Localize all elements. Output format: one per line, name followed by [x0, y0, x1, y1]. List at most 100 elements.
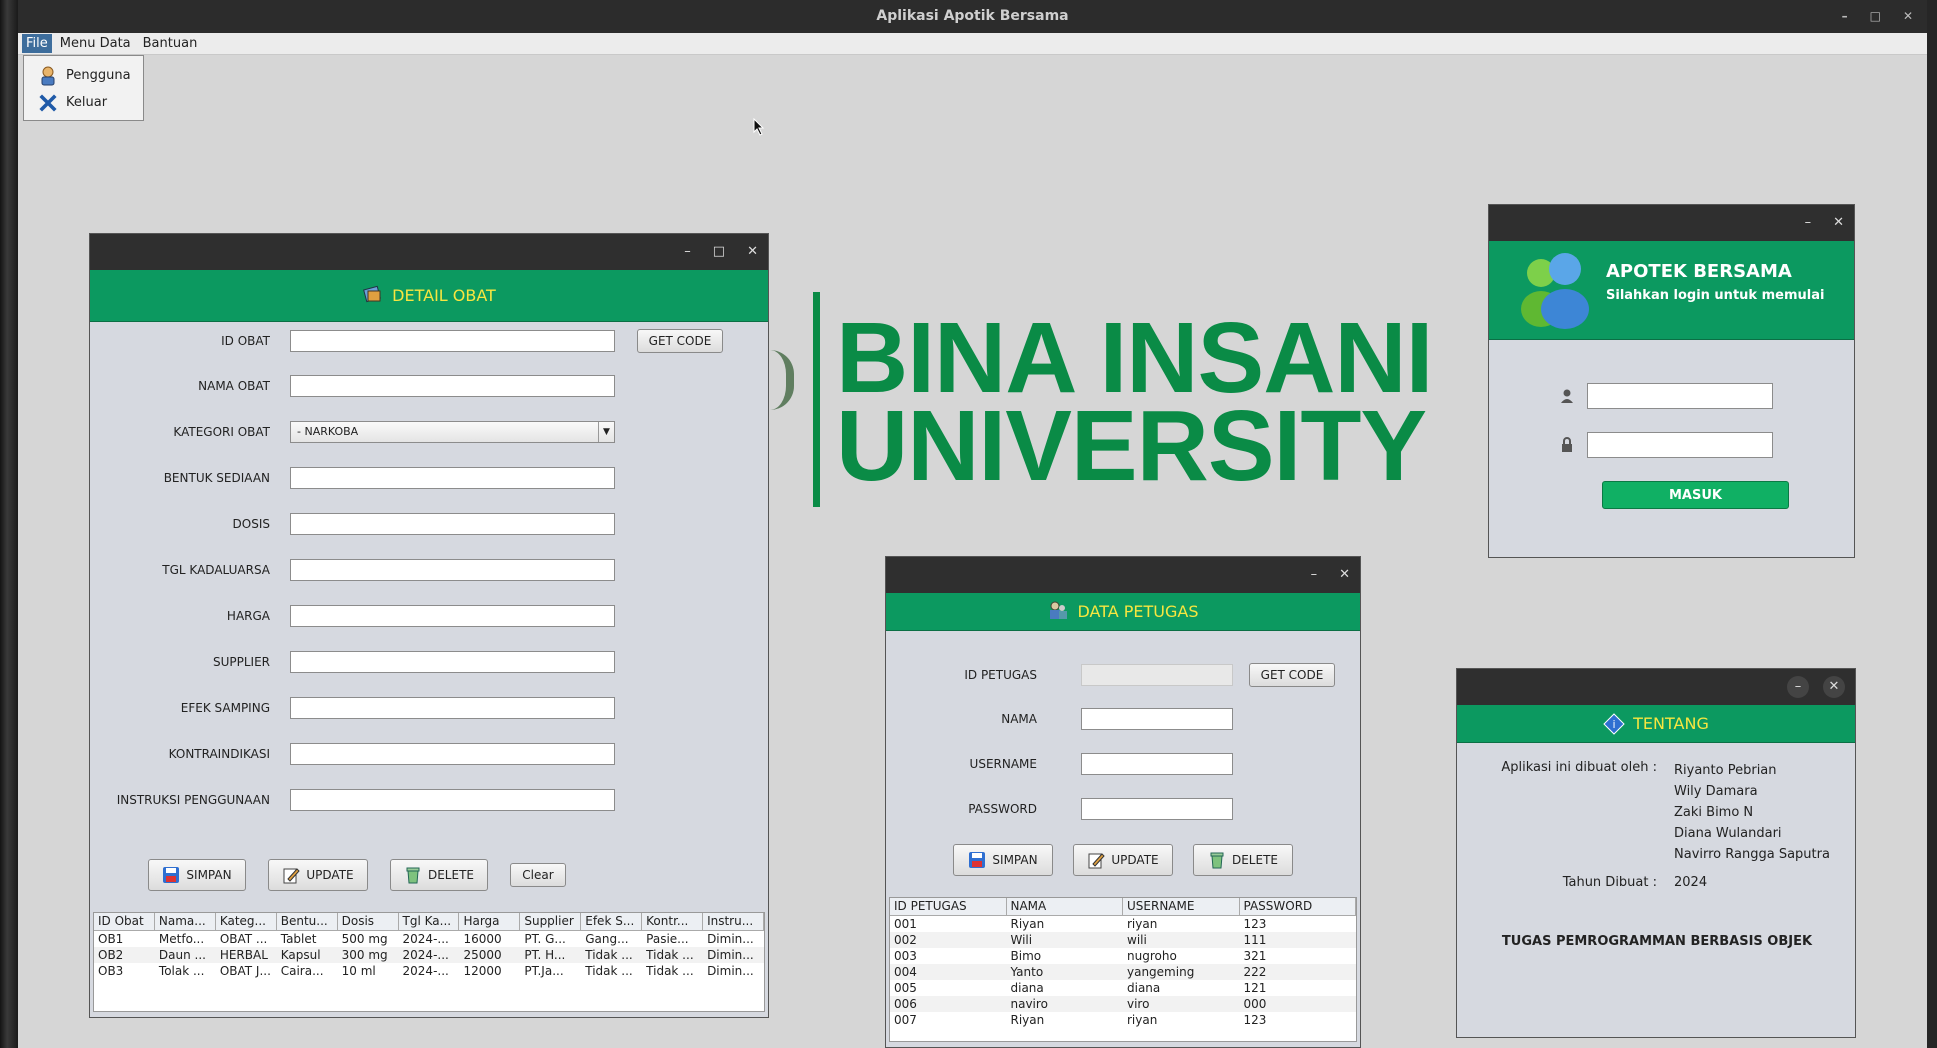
- restore-icon[interactable]: □: [1870, 0, 1881, 33]
- close-icon[interactable]: ✕: [1903, 0, 1913, 33]
- data-petugas-title: DATA PETUGAS: [1077, 602, 1199, 621]
- clear-button[interactable]: Clear: [510, 863, 566, 887]
- get-code-button[interactable]: GET CODE: [637, 329, 723, 353]
- nama-field[interactable]: [1081, 708, 1233, 730]
- table-row[interactable]: 004 Yanto yangeming 222: [890, 964, 1356, 980]
- tgl-kadaluarsa-field[interactable]: [290, 559, 615, 581]
- table-cell: Tolak ...: [158, 964, 205, 978]
- chevron-down-icon: ▼: [598, 422, 614, 442]
- minimize-icon[interactable]: –: [1311, 557, 1318, 593]
- efek-samping-field[interactable]: [290, 697, 615, 719]
- menu-item-keluar[interactable]: Keluar: [24, 89, 143, 116]
- table-cell: viro: [1127, 997, 1150, 1011]
- table-cell: 004: [894, 965, 917, 979]
- label-tgl-kadaluarsa: TGL KADALUARSA: [162, 563, 270, 577]
- password-field[interactable]: [1081, 798, 1233, 820]
- login-app-title: APOTEK BERSAMA: [1606, 261, 1792, 282]
- table-row[interactable]: OB1 Metfo... OBAT ... Tablet 500 mg 2024-... 1…: [94, 931, 764, 947]
- author-name: Wily Damara: [1674, 784, 1758, 799]
- table-cell: 111: [1243, 933, 1267, 947]
- masuk-button[interactable]: MASUK: [1602, 481, 1789, 509]
- menu-data[interactable]: Menu Data: [56, 34, 135, 53]
- user-icon: [38, 66, 58, 86]
- table-row[interactable]: 006 naviro viro 000: [890, 996, 1356, 1012]
- column-header[interactable]: PASSWORD: [1240, 898, 1356, 915]
- table-row[interactable]: 001 Riyan riyan 123: [890, 916, 1356, 932]
- column-header[interactable]: Dosis: [338, 913, 399, 930]
- label-nama-obat: NAMA OBAT: [198, 379, 270, 393]
- table-row[interactable]: 003 Bimo nugroho 321: [890, 948, 1356, 964]
- column-header[interactable]: ID PETUGAS: [890, 898, 1007, 915]
- dosis-field[interactable]: [290, 513, 615, 535]
- update-button[interactable]: UPDATE: [1073, 844, 1173, 876]
- column-header[interactable]: Harga: [459, 913, 521, 930]
- column-header[interactable]: Instru...: [703, 913, 764, 930]
- label-nama: NAMA: [1001, 712, 1037, 726]
- get-code-button[interactable]: GET CODE: [1249, 663, 1335, 687]
- simpan-button[interactable]: SIMPAN: [148, 859, 246, 891]
- window-title: Aplikasi Apotik Bersama: [876, 8, 1069, 24]
- maximize-icon[interactable]: □: [713, 234, 725, 270]
- delete-button[interactable]: DELETE: [390, 859, 488, 891]
- column-header[interactable]: Kontr...: [642, 913, 704, 930]
- column-header[interactable]: Efek S...: [581, 913, 643, 930]
- column-header[interactable]: Nama...: [155, 913, 216, 930]
- logo-fragment: [770, 350, 794, 410]
- label-id-obat: ID OBAT: [221, 334, 270, 348]
- column-header[interactable]: Tgl Ka...: [399, 913, 460, 930]
- menu-bantuan[interactable]: Bantuan: [139, 34, 202, 53]
- save-icon: [163, 867, 180, 883]
- close-icon[interactable]: ✕: [1339, 557, 1350, 593]
- column-header[interactable]: Bentu...: [277, 913, 338, 930]
- column-header[interactable]: Kateg...: [216, 913, 277, 930]
- simpan-button[interactable]: SIMPAN: [953, 844, 1053, 876]
- table-cell: 006: [894, 997, 917, 1011]
- table-row[interactable]: OB2 Daun ... HERBAL Kapsul 300 mg 2024-... 250…: [94, 947, 764, 963]
- table-cell: diana: [1127, 981, 1161, 995]
- username-input[interactable]: [1587, 383, 1773, 409]
- user-icon: [1561, 389, 1573, 403]
- obat-table[interactable]: ID Obat Nama... Kateg... Bentu... Dosis Tgl K…: [93, 912, 765, 1012]
- year-value: 2024: [1674, 875, 1708, 890]
- petugas-table[interactable]: ID PETUGAS NAMA USERNAME PASSWORD 001 Riyan r…: [889, 897, 1357, 1042]
- minimize-icon[interactable]: –: [1842, 0, 1848, 33]
- bentuk-sediaan-field[interactable]: [290, 467, 615, 489]
- table-cell: Wili: [1010, 933, 1033, 947]
- label-dosis: DOSIS: [232, 517, 270, 531]
- tentang-footer: TUGAS PEMROGRAMMAN BERBASIS OBJEK: [1501, 934, 1813, 949]
- column-header[interactable]: NAMA: [1007, 898, 1123, 915]
- edit-icon: [1088, 853, 1106, 869]
- update-button[interactable]: UPDATE: [268, 859, 368, 891]
- menu-file[interactable]: File: [22, 34, 52, 53]
- menu-item-pengguna[interactable]: Pengguna: [24, 62, 143, 89]
- table-cell: 005: [894, 981, 917, 995]
- column-header[interactable]: USERNAME: [1123, 898, 1240, 915]
- table-row[interactable]: OB3 Tolak ... OBAT J... Caira... 10 ml 2024-.…: [94, 963, 764, 979]
- delete-button[interactable]: DELETE: [1193, 844, 1293, 876]
- table-cell: HERBAL: [219, 948, 268, 962]
- nama-obat-field[interactable]: [290, 375, 615, 397]
- password-input[interactable]: [1587, 432, 1773, 458]
- table-row[interactable]: 007 Riyan riyan 123: [890, 1012, 1356, 1028]
- close-icon[interactable]: ✕: [747, 234, 758, 270]
- minimize-icon[interactable]: –: [684, 234, 691, 270]
- table-cell: 002: [894, 933, 917, 947]
- close-icon[interactable]: ✕: [1833, 205, 1844, 241]
- harga-field[interactable]: [290, 605, 615, 627]
- minimize-icon[interactable]: –: [1805, 205, 1812, 241]
- minimize-icon[interactable]: –: [1787, 676, 1809, 698]
- label-username: USERNAME: [969, 757, 1037, 771]
- username-field[interactable]: [1081, 753, 1233, 775]
- id-petugas-field[interactable]: [1081, 664, 1233, 686]
- table-cell: 123: [1243, 917, 1267, 931]
- column-header[interactable]: ID Obat: [94, 913, 155, 930]
- table-row[interactable]: 002 Wili wili 111: [890, 932, 1356, 948]
- instruksi-penggunaan-field[interactable]: [290, 789, 615, 811]
- column-header[interactable]: Supplier: [520, 913, 582, 930]
- close-icon[interactable]: ✕: [1823, 676, 1845, 698]
- id-obat-field[interactable]: [290, 330, 615, 352]
- kontraindikasi-field[interactable]: [290, 743, 615, 765]
- supplier-field[interactable]: [290, 651, 615, 673]
- table-row[interactable]: 005 diana diana 121: [890, 980, 1356, 996]
- kategori-obat-select[interactable]: - NARKOBA ▼: [290, 421, 615, 443]
